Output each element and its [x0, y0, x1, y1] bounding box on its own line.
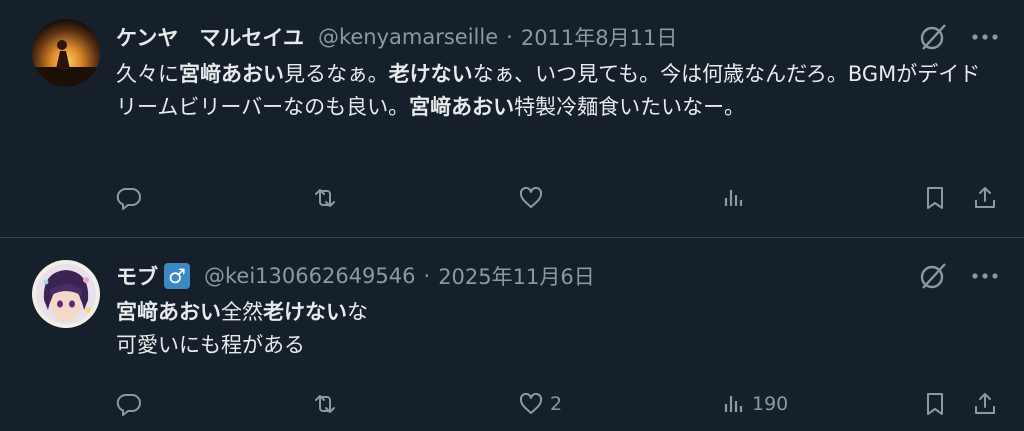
timeline-feed: ケンヤ マルセイユ @kenyamarseille · 2011年8月11日 久… [0, 0, 1024, 431]
share-button[interactable] [972, 180, 998, 216]
tweet[interactable]: モブ ♂ @kei130662649546 · 2025年11月6日 宮﨑あおい… [0, 238, 1024, 431]
tweet-actions [116, 180, 998, 216]
share-icon [975, 187, 995, 208]
highlighted-term: 宮﨑あおい [179, 62, 284, 86]
tweet[interactable]: ケンヤ マルセイユ @kenyamarseille · 2011年8月11日 久… [0, 0, 1024, 238]
retweet-icon [315, 189, 335, 207]
grok-icon[interactable] [918, 22, 948, 52]
text-segment: 見るなぁ。 [284, 62, 389, 86]
separator: · [506, 25, 513, 49]
bookmark-button[interactable] [922, 180, 948, 216]
bookmark-button[interactable] [922, 386, 948, 422]
like-button[interactable]: 2 [518, 386, 562, 422]
retweet-button[interactable] [312, 386, 344, 422]
highlighted-term: 宮﨑あおい [409, 95, 515, 119]
reply-button[interactable] [116, 386, 148, 422]
reply-icon [116, 187, 141, 210]
tweet-text: 宮﨑あおい全然老けないな可愛いにも程がある [116, 296, 996, 362]
views-button[interactable]: 190 [720, 386, 788, 422]
share-button[interactable] [972, 386, 998, 422]
view-count: 190 [752, 393, 789, 415]
avatar[interactable] [32, 260, 100, 328]
retweet-button[interactable] [312, 180, 344, 216]
username-handle[interactable]: @kenyamarseille [318, 25, 498, 49]
tweet-actions: 2 190 [116, 386, 998, 422]
username-handle[interactable]: @kei130662649546 [204, 264, 416, 288]
avatar[interactable] [32, 19, 100, 87]
reply-button[interactable] [116, 180, 148, 216]
display-name[interactable]: モブ [116, 261, 158, 291]
male-sign-icon: ♂ [164, 263, 190, 289]
text-segment: 特製冷麺食いたいなー。 [514, 95, 745, 119]
views-chart-icon [724, 396, 743, 412]
text-segment: 可愛いにも程がある [116, 333, 305, 357]
like-count: 2 [550, 393, 563, 415]
share-icon [975, 393, 995, 414]
tweet-header: ケンヤ マルセイユ @kenyamarseille · 2011年8月11日 [116, 20, 677, 54]
display-name[interactable]: ケンヤ マルセイユ [116, 22, 304, 52]
tweet-header: モブ ♂ @kei130662649546 · 2025年11月6日 [116, 259, 595, 293]
highlighted-term: 宮﨑あおい [116, 300, 221, 324]
reply-icon [116, 393, 141, 416]
heart-icon [519, 392, 543, 414]
tweet-date[interactable]: 2011年8月11日 [521, 22, 678, 52]
grok-icon[interactable] [918, 261, 948, 291]
highlighted-term: 老けない [263, 300, 347, 324]
like-button[interactable] [518, 180, 550, 216]
views-chart-icon [724, 190, 743, 206]
bookmark-icon [927, 393, 943, 415]
heart-icon [519, 186, 543, 208]
more-options-icon[interactable] [970, 261, 1000, 291]
more-options-icon[interactable] [970, 22, 1000, 52]
tweet-date[interactable]: 2025年11月6日 [438, 261, 595, 291]
tweet-text: 久々に宮﨑あおい見るなぁ。老けないなぁ、いつ見ても。今は何歳なんだろ。BGMがデ… [116, 58, 996, 124]
retweet-icon [315, 395, 335, 413]
tweet-top-actions [918, 20, 1000, 54]
separator: · [423, 264, 431, 288]
bookmark-icon [927, 187, 943, 209]
text-segment: な [347, 300, 368, 324]
tweet-top-actions [918, 259, 1000, 293]
highlighted-term: 老けない [388, 62, 473, 86]
text-segment: 久々に [116, 62, 179, 86]
text-segment: 全然 [221, 300, 263, 324]
views-button[interactable] [720, 180, 752, 216]
